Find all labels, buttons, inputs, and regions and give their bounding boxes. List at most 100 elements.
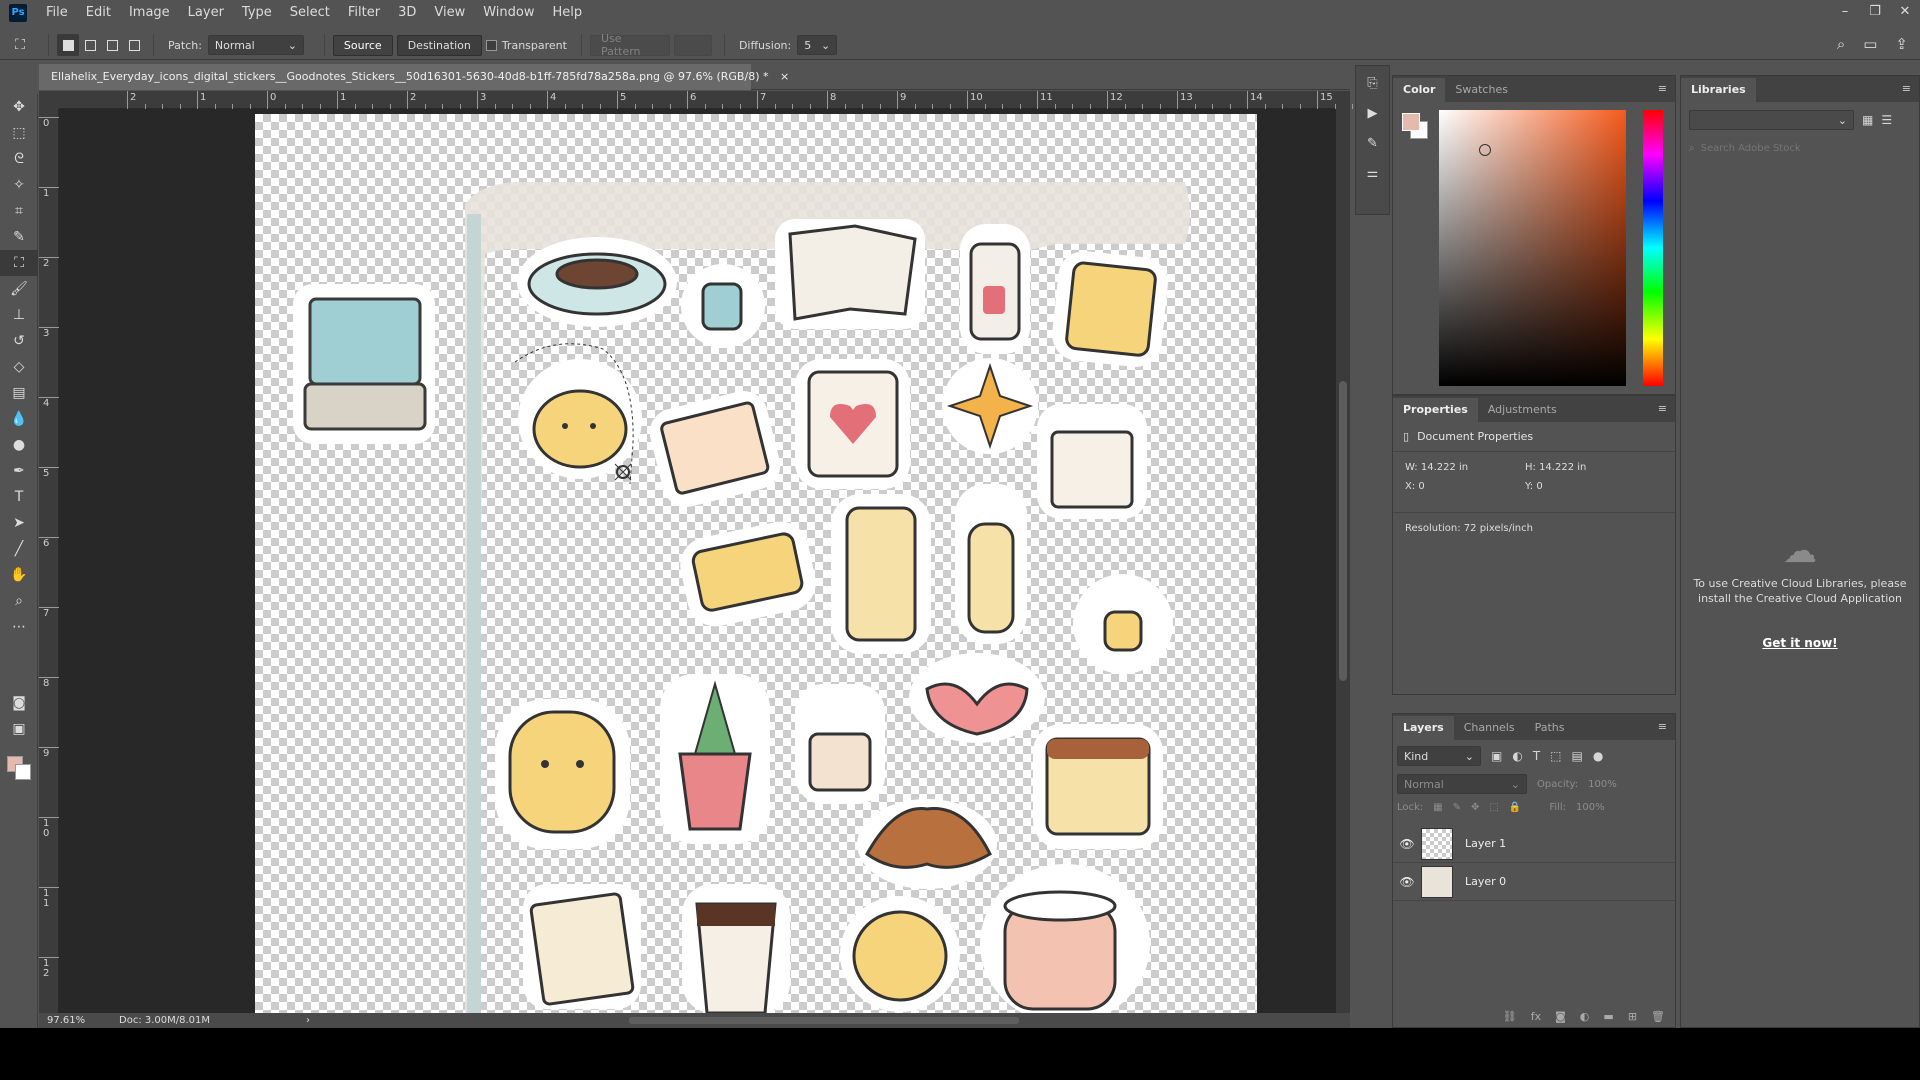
tab-libraries[interactable]: Libraries (1681, 78, 1756, 102)
search-icon[interactable]: ⌕ (1837, 35, 1845, 53)
new-layer-icon[interactable]: ⊞ (1628, 1010, 1637, 1023)
document-canvas[interactable] (255, 114, 1257, 1013)
add-selection-mode[interactable] (79, 34, 101, 56)
menu-file[interactable]: File (37, 0, 77, 25)
patch-tool-preset-icon[interactable]: ⛶ (0, 37, 40, 53)
patch-tool-icon[interactable]: ⛶ (0, 250, 38, 276)
crop-tool-icon[interactable]: ⌗ (0, 198, 38, 224)
diffusion-dropdown[interactable]: 5 ⌄ (797, 35, 838, 55)
line-tool-icon[interactable]: ╱ (0, 536, 38, 562)
marquee-tool-icon[interactable]: ⬚ (0, 120, 38, 146)
lock-all-icon[interactable]: 🔒 (1509, 802, 1521, 813)
height-value[interactable]: H: 14.222 in (1525, 462, 1586, 473)
pixel-filter-icon[interactable]: ▣ (1491, 749, 1502, 763)
use-pattern-button[interactable]: Use Pattern (589, 32, 670, 58)
lasso-tool-icon[interactable]: ᘓ (0, 146, 38, 172)
new-selection-mode[interactable] (57, 34, 79, 56)
path-selection-tool-icon[interactable]: ➤ (0, 510, 38, 536)
lock-position-icon[interactable]: ✥ (1471, 802, 1479, 813)
tab-channels[interactable]: Channels (1454, 716, 1525, 740)
lock-artboard-icon[interactable]: ⬚ (1489, 802, 1498, 813)
pen-tool-icon[interactable]: ✒ (0, 458, 38, 484)
menu-type[interactable]: Type (233, 0, 281, 25)
menu-help[interactable]: Help (544, 0, 592, 25)
filter-toggle-icon[interactable]: ● (1593, 749, 1603, 763)
adjust-icon[interactable]: ⚌ (1356, 160, 1389, 186)
dodge-tool-icon[interactable]: ● (0, 432, 38, 458)
horizontal-scroll-thumb[interactable] (629, 1017, 1019, 1024)
gradient-tool-icon[interactable]: ▤ (0, 380, 38, 406)
chevron-right-icon[interactable]: › (306, 1015, 310, 1026)
get-it-now-link[interactable]: Get it now! (1681, 636, 1919, 650)
clone-stamp-tool-icon[interactable]: ⊥ (0, 302, 38, 328)
lock-paint-icon[interactable]: ✎ (1453, 802, 1461, 813)
type-tool-icon[interactable]: T (0, 484, 38, 510)
restore-button[interactable]: ❐ (1860, 0, 1890, 24)
width-value[interactable]: W: 14.222 in (1405, 462, 1525, 473)
close-button[interactable]: ✕ (1890, 0, 1920, 24)
stock-search-input[interactable] (1700, 142, 1881, 154)
adjustment-filter-icon[interactable]: ◐ (1512, 749, 1522, 763)
shape-filter-icon[interactable]: ⬚ (1550, 749, 1561, 763)
horizontal-ruler[interactable]: 2 1 0 1 2 3 4 5 6 7 8 9 10 11 12 13 14 15 (59, 91, 1371, 109)
grid-view-icon[interactable]: ▦ (1862, 113, 1873, 127)
minimize-button[interactable]: – (1830, 0, 1860, 24)
brush-tool-icon[interactable]: 🖌 (0, 276, 38, 302)
trash-icon[interactable]: 🗑 (1651, 1010, 1665, 1023)
screen-mode-icon[interactable]: ▣ (0, 716, 38, 742)
layer-name[interactable]: Layer 0 (1465, 875, 1506, 888)
ruler-corner[interactable] (39, 91, 59, 109)
fill-value[interactable]: 100% (1576, 802, 1605, 813)
document-tab[interactable]: Ellahelix_Everyday_icons_digital_sticker… (39, 64, 789, 90)
eye-icon[interactable]: 👁 (1393, 837, 1421, 851)
tab-layers[interactable]: Layers (1393, 716, 1454, 740)
panel-menu-icon[interactable]: ≡ (1658, 402, 1667, 415)
share-icon[interactable]: ⇪ (1895, 35, 1908, 53)
vertical-ruler[interactable]: 0 1 2 3 4 5 6 7 8 9 1 0 1 1 1 2 (39, 109, 59, 1013)
workspace-icon[interactable]: ▭ (1863, 35, 1877, 53)
y-value[interactable]: Y: 0 (1525, 481, 1543, 492)
background-color-swatch[interactable] (15, 764, 31, 780)
color-panel-foreground-chip[interactable] (1402, 113, 1420, 131)
panel-menu-icon[interactable]: ≡ (1658, 82, 1667, 95)
layer-row[interactable]: 👁 Layer 1 (1393, 825, 1675, 863)
tab-properties[interactable]: Properties (1393, 398, 1478, 422)
list-view-icon[interactable]: ☰ (1881, 113, 1892, 127)
smart-object-filter-icon[interactable]: ▤ (1572, 749, 1583, 763)
eye-icon[interactable]: 👁 (1393, 875, 1421, 889)
panel-menu-icon[interactable]: ≡ (1902, 82, 1911, 95)
lock-transparent-icon[interactable]: ▦ (1433, 802, 1442, 813)
eyedropper-tool-icon[interactable]: ✎ (0, 224, 38, 250)
color-picker-ring[interactable] (1479, 144, 1491, 156)
layer-row[interactable]: 👁 Layer 0 (1393, 863, 1675, 901)
x-value[interactable]: X: 0 (1405, 481, 1525, 492)
source-button[interactable]: Source (332, 34, 393, 56)
magic-wand-tool-icon[interactable]: ✧ (0, 172, 38, 198)
history-brush-tool-icon[interactable]: ↺ (0, 328, 38, 354)
blur-tool-icon[interactable]: 💧 (0, 406, 38, 432)
close-tab-icon[interactable]: × (780, 70, 789, 83)
scroll-thumb[interactable] (1339, 381, 1347, 681)
menu-image[interactable]: Image (120, 0, 179, 25)
tab-swatches[interactable]: Swatches (1445, 78, 1518, 102)
blend-mode-dropdown[interactable]: Normal ⌄ (1397, 774, 1527, 794)
stock-search[interactable]: ⌕ (1689, 138, 1911, 158)
link-icon[interactable]: ⛓ (1503, 1010, 1517, 1023)
tab-color[interactable]: Color (1393, 78, 1446, 102)
destination-button[interactable]: Destination (396, 34, 482, 56)
panel-menu-icon[interactable]: ≡ (1658, 720, 1667, 733)
group-icon[interactable]: ▬ (1603, 1010, 1613, 1023)
menu-edit[interactable]: Edit (77, 0, 120, 25)
tab-adjustments[interactable]: Adjustments (1478, 398, 1567, 422)
hue-slider[interactable] (1643, 110, 1663, 386)
vertical-scrollbar[interactable] (1336, 91, 1350, 1013)
brush-settings-icon[interactable]: ✎ (1356, 130, 1389, 156)
play-icon[interactable]: ▶ (1356, 100, 1389, 126)
opacity-value[interactable]: 100% (1588, 779, 1617, 790)
history-icon[interactable]: ⎘ (1356, 70, 1389, 96)
layer-name[interactable]: Layer 1 (1465, 837, 1506, 850)
intersect-selection-mode[interactable] (123, 34, 145, 56)
tab-paths[interactable]: Paths (1525, 716, 1575, 740)
menu-view[interactable]: View (425, 0, 474, 25)
menu-filter[interactable]: Filter (339, 0, 389, 25)
